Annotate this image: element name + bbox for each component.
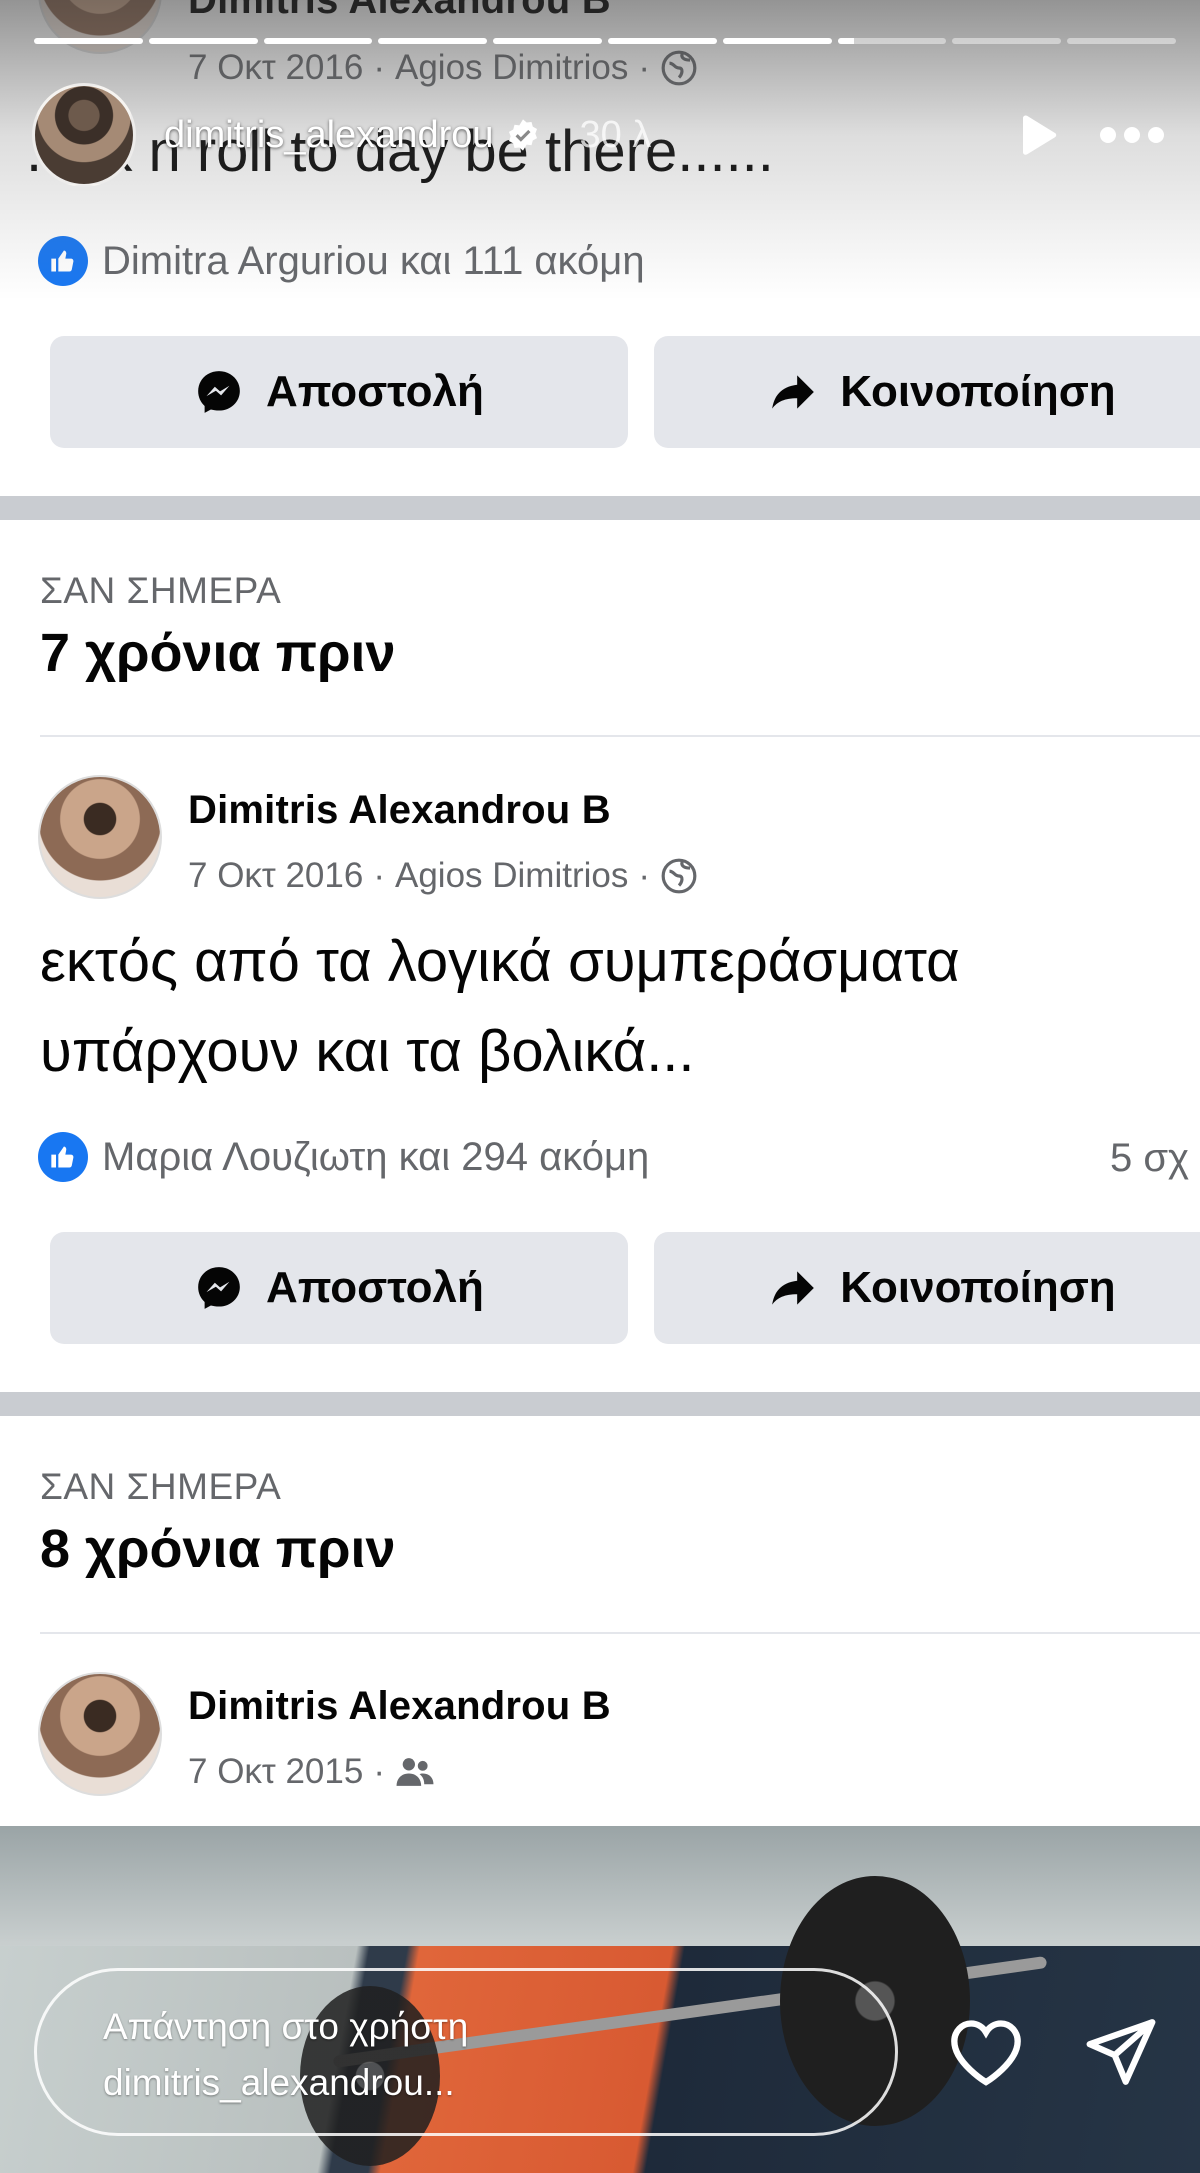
story-header: dimitris_alexandrou 30 λ: [32, 82, 1182, 188]
send-label: Αποστολή: [266, 367, 484, 416]
send-button[interactable]: Αποστολή: [50, 336, 628, 448]
story-progress-segment: [263, 38, 373, 44]
share-button[interactable]: Κοινοποίηση: [653, 336, 1200, 448]
action-row: Αποστολή Κοινοποίηση: [50, 336, 1200, 448]
story-progress-fill: [837, 38, 854, 44]
separator-line: [40, 1632, 1200, 1634]
story-progress-fill: [34, 38, 143, 44]
comments-count[interactable]: 5 σχ: [1110, 1136, 1189, 1181]
share-label: Κοινοποίηση: [840, 1263, 1116, 1312]
author-name[interactable]: Dimitris Alexandrou B: [188, 1684, 611, 1729]
story-progress-fill: [493, 38, 602, 44]
story-progress-segment: [952, 38, 1062, 44]
send-label: Αποστολή: [266, 1263, 484, 1312]
post-text-line-1: εκτός από τα λογικά συμπεράσματα: [40, 929, 960, 994]
reactions-text: Μαρια Λουζιωτη και 294 ακόμη: [102, 1134, 650, 1179]
memory-title: 7 χρόνια πριν: [40, 623, 396, 683]
messenger-icon: [198, 1267, 240, 1309]
more-options-button[interactable]: [1082, 82, 1182, 188]
previous-post: Dimitris Alexandrou B 7 Οκτ 2016 · Agios…: [0, 0, 1200, 520]
share-arrow-icon: [772, 375, 815, 409]
reactions-summary[interactable]: Dimitra Arguriou και 111 ακόμη: [38, 236, 645, 286]
story-progress-segment: [378, 38, 488, 44]
meta-separator: ·: [638, 856, 651, 895]
story-avatar[interactable]: [32, 83, 136, 187]
story-progress-segment: [607, 38, 717, 44]
story-progress-segment: [493, 38, 602, 44]
story-progress-fill: [607, 38, 717, 44]
reactions-text: Dimitra Arguriou και 111 ακόμη: [102, 238, 645, 283]
send-button[interactable]: Αποστολή: [50, 1232, 628, 1344]
photo-wall: [0, 1826, 1200, 1946]
post-meta: 7 Οκτ 2016 · Agios Dimitrios ·: [188, 856, 698, 896]
author-avatar[interactable]: [38, 775, 162, 899]
memory-label: ΣΑΝ ΣΗΜΕΡΑ: [40, 570, 282, 611]
heart-icon: [951, 2020, 1021, 2086]
action-row: Αποστολή Κοινοποίηση: [50, 1232, 1200, 1344]
thumbs-up-icon: [38, 236, 88, 286]
story-progress-fill: [263, 38, 373, 44]
story-username[interactable]: dimitris_alexandrou: [164, 114, 494, 157]
story-progress-segment: [1067, 38, 1176, 44]
more-dots-icon: [1100, 127, 1164, 143]
post-date: 7 Οκτ 2016: [188, 856, 364, 895]
reply-placeholder-line-1: Απάντηση στο χρήστη: [103, 2006, 469, 2047]
story-progress-bar: [34, 38, 1176, 44]
author-name: Dimitris Alexandrou B: [188, 0, 611, 22]
reply-input[interactable]: Απάντηση στο χρήστη dimitris_alexandrou.…: [34, 1968, 898, 2136]
memory-title: 8 χρόνια πριν: [40, 1519, 396, 1579]
share-arrow-icon: [772, 1271, 815, 1305]
reply-placeholder-line-2: dimitris_alexandrou...: [103, 2062, 455, 2103]
globe-icon: [661, 858, 697, 894]
send-message-button[interactable]: [1076, 2010, 1166, 2094]
section-divider: [0, 496, 1200, 520]
story-progress-segment: [148, 38, 258, 44]
post-date: 7 Οκτ 2015: [188, 1752, 364, 1791]
story-progress-segment: [34, 38, 143, 44]
meta-separator: ·: [373, 1752, 385, 1791]
messenger-icon: [198, 371, 240, 413]
post-meta: 7 Οκτ 2015 ·: [188, 1752, 435, 1792]
share-label: Κοινοποίηση: [840, 367, 1116, 416]
play-button[interactable]: [1002, 82, 1072, 188]
story-progress-fill: [148, 38, 258, 44]
verified-badge-icon: [508, 119, 537, 151]
story-time: 30 λ: [579, 113, 652, 156]
memory-label: ΣΑΝ ΣΗΜΕΡΑ: [40, 1466, 282, 1507]
post-location: Agios Dimitrios: [394, 856, 629, 895]
story-progress-fill: [722, 38, 832, 44]
separator-line: [40, 735, 1200, 737]
story-progress-segment: [837, 38, 947, 44]
like-story-button[interactable]: [946, 2012, 1026, 2092]
paper-plane-icon: [1086, 2019, 1156, 2085]
section-divider: [0, 1392, 1200, 1416]
story-progress-segment: [722, 38, 832, 44]
friends-icon: [396, 1758, 434, 1786]
story-progress-fill: [378, 38, 488, 44]
author-name[interactable]: Dimitris Alexandrou B: [188, 788, 611, 833]
meta-separator: ·: [373, 856, 385, 895]
thumbs-up-icon: [38, 1132, 88, 1182]
post-text-line-2: υπάρχουν και τα βολικά...: [40, 1019, 695, 1084]
play-icon: [1023, 115, 1057, 155]
reactions-summary[interactable]: Μαρια Λουζιωτη και 294 ακόμη: [38, 1132, 649, 1182]
author-avatar[interactable]: [38, 1672, 162, 1796]
author-avatar: [38, 0, 162, 54]
share-button[interactable]: Κοινοποίηση: [653, 1232, 1200, 1344]
